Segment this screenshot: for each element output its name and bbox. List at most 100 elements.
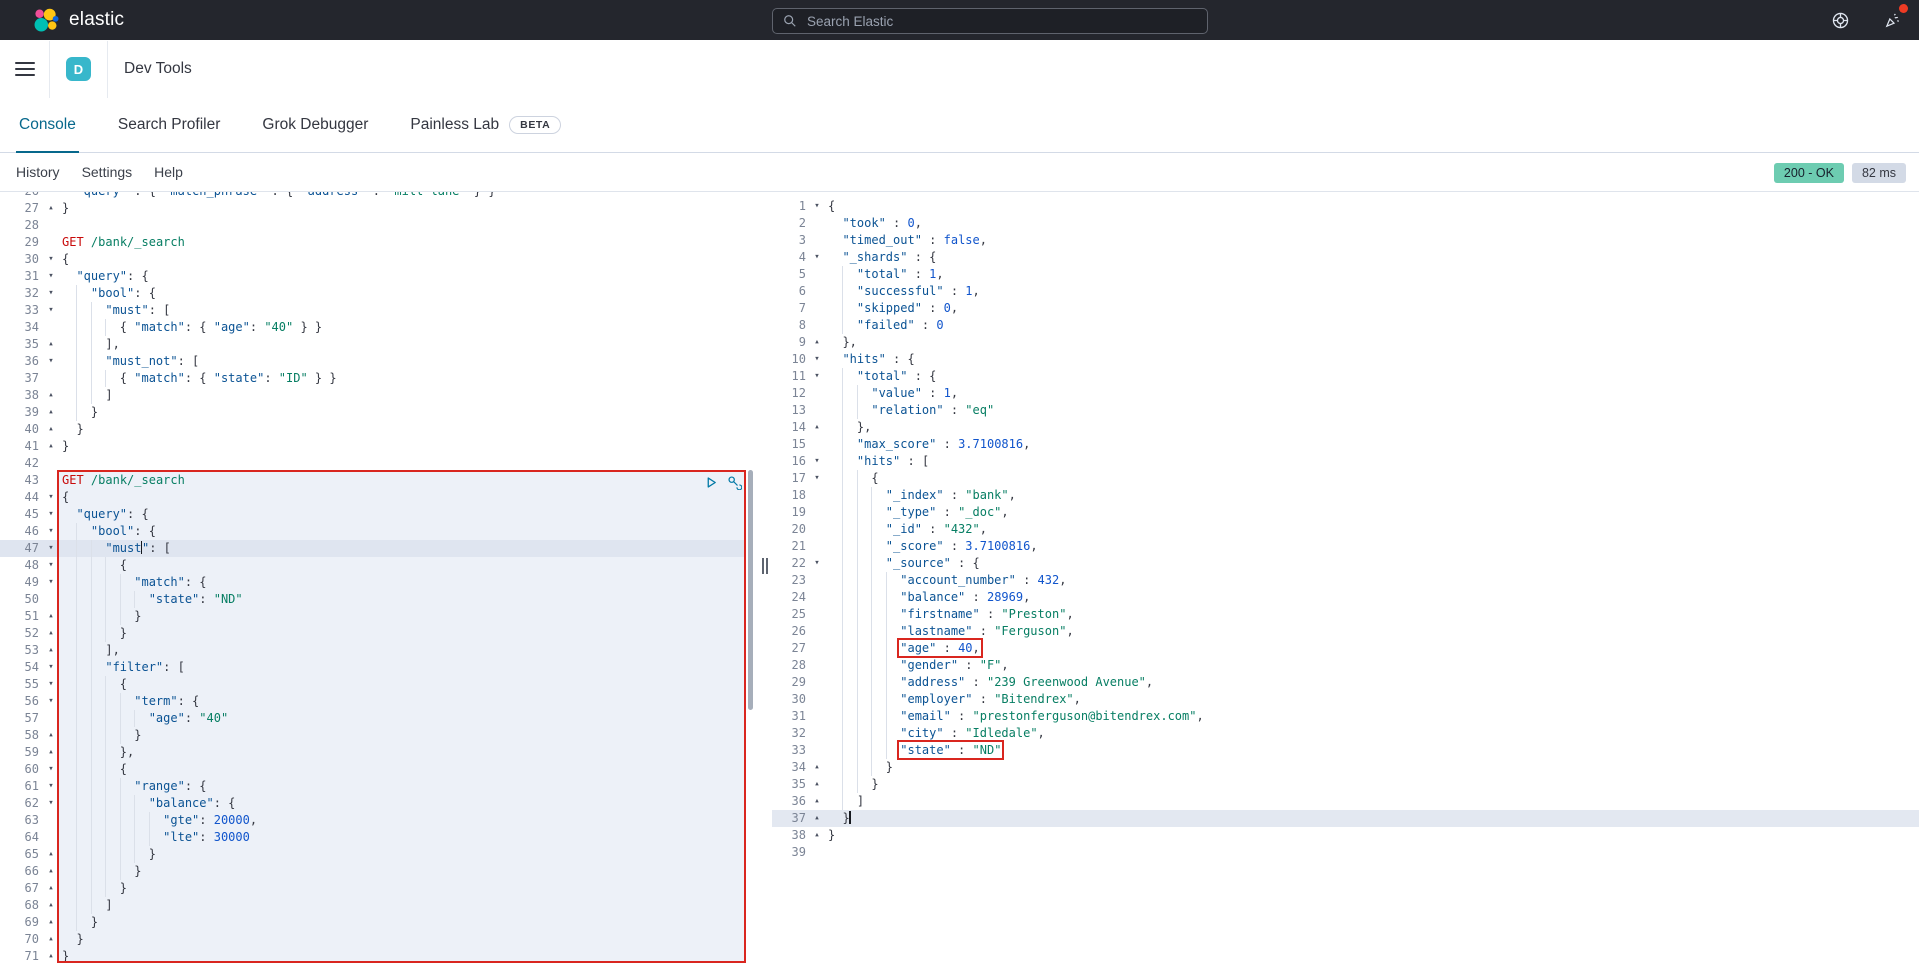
- response-line[interactable]: 38▴}: [772, 827, 1919, 844]
- response-line[interactable]: 2 "took" : 0,: [772, 215, 1919, 232]
- fold-toggle-icon[interactable]: ▾: [44, 557, 58, 574]
- play-request-icon[interactable]: [703, 474, 720, 491]
- response-line[interactable]: 17▾ {: [772, 470, 1919, 487]
- pane-resizer-handle[interactable]: [762, 558, 772, 574]
- console-editor-pane[interactable]: 26 "query" : { "match_phrase" : { "addre…: [0, 192, 763, 965]
- editor-line[interactable]: 66▴ }: [0, 863, 746, 880]
- fold-toggle-icon[interactable]: ▾: [44, 489, 58, 506]
- response-line[interactable]: 19 "_type" : "_doc",: [772, 504, 1919, 521]
- editor-line[interactable]: 36▾ "must_not": [: [0, 353, 746, 370]
- editor-line[interactable]: 69▴ }: [0, 914, 746, 931]
- response-line[interactable]: 29 "address" : "239 Greenwood Avenue",: [772, 674, 1919, 691]
- fold-toggle-icon[interactable]: ▾: [810, 470, 824, 487]
- editor-line[interactable]: 56▾ "term": {: [0, 693, 746, 710]
- response-line[interactable]: 4▾ "_shards" : {: [772, 249, 1919, 266]
- response-line[interactable]: 7 "skipped" : 0,: [772, 300, 1919, 317]
- fold-toggle-icon[interactable]: ▴: [44, 625, 58, 642]
- response-line[interactable]: 36▴ ]: [772, 793, 1919, 810]
- editor-line[interactable]: 43GET /bank/_search: [0, 472, 746, 489]
- fold-toggle-icon[interactable]: ▴: [44, 608, 58, 625]
- fold-toggle-icon[interactable]: ▴: [810, 776, 824, 793]
- wrench-icon[interactable]: [726, 474, 743, 491]
- editor-line[interactable]: 59▴ },: [0, 744, 746, 761]
- fold-toggle-icon[interactable]: ▾: [44, 523, 58, 540]
- editor-line[interactable]: 39▴ }: [0, 404, 746, 421]
- response-line[interactable]: 3 "timed_out" : false,: [772, 232, 1919, 249]
- editor-line[interactable]: 45▾ "query": {: [0, 506, 746, 523]
- fold-toggle-icon[interactable]: ▴: [44, 336, 58, 353]
- fold-toggle-icon[interactable]: ▴: [44, 200, 58, 217]
- response-line[interactable]: 27 "age" : 40,: [772, 640, 1919, 657]
- fold-toggle-icon[interactable]: ▾: [44, 659, 58, 676]
- fold-toggle-icon[interactable]: ▴: [810, 827, 824, 844]
- editor-line[interactable]: 62▾ "balance": {: [0, 795, 746, 812]
- fold-toggle-icon[interactable]: ▴: [810, 419, 824, 436]
- editor-line[interactable]: 61▾ "range": {: [0, 778, 746, 795]
- tab-grok-debugger[interactable]: Grok Debugger: [259, 98, 371, 153]
- editor-line[interactable]: 55▾ {: [0, 676, 746, 693]
- editor-line[interactable]: 64 "lte": 30000: [0, 829, 746, 846]
- response-line[interactable]: 18 "_index" : "bank",: [772, 487, 1919, 504]
- response-line[interactable]: 21 "_score" : 3.7100816,: [772, 538, 1919, 555]
- editor-line[interactable]: 35▴ ],: [0, 336, 746, 353]
- fold-toggle-icon[interactable]: ▾: [44, 761, 58, 778]
- fold-toggle-icon[interactable]: ▾: [44, 353, 58, 370]
- editor-line[interactable]: 67▴ }: [0, 880, 746, 897]
- fold-toggle-icon[interactable]: ▴: [44, 727, 58, 744]
- response-line[interactable]: 15 "max_score" : 3.7100816,: [772, 436, 1919, 453]
- editor-line[interactable]: 30▾{: [0, 251, 746, 268]
- tab-painless-lab[interactable]: Painless Lab BETA: [407, 98, 564, 153]
- editor-line[interactable]: 40▴ }: [0, 421, 746, 438]
- fold-toggle-icon[interactable]: ▴: [44, 931, 58, 948]
- response-line[interactable]: 34▴ }: [772, 759, 1919, 776]
- response-line[interactable]: 35▴ }: [772, 776, 1919, 793]
- fold-toggle-icon[interactable]: ▾: [44, 676, 58, 693]
- editor-line[interactable]: 27▴}: [0, 200, 746, 217]
- fold-toggle-icon[interactable]: ▾: [810, 198, 824, 215]
- response-line[interactable]: 12 "value" : 1,: [772, 385, 1919, 402]
- editor-line[interactable]: 54▾ "filter": [: [0, 659, 746, 676]
- editor-line[interactable]: 52▴ }: [0, 625, 746, 642]
- editor-line[interactable]: 47▾ "must": [: [0, 540, 746, 557]
- editor-line[interactable]: 26 "query" : { "match_phrase" : { "addre…: [0, 192, 746, 200]
- fold-toggle-icon[interactable]: ▾: [810, 555, 824, 572]
- response-line[interactable]: 16▾ "hits" : [: [772, 453, 1919, 470]
- menu-icon[interactable]: [15, 62, 35, 76]
- response-line[interactable]: 33 "state" : "ND": [772, 742, 1919, 759]
- menu-item-history[interactable]: History: [16, 164, 60, 180]
- response-line[interactable]: 1▾{: [772, 198, 1919, 215]
- editor-line[interactable]: 57 "age": "40": [0, 710, 746, 727]
- search-input[interactable]: [805, 13, 1169, 30]
- tab-console[interactable]: Console: [16, 98, 79, 153]
- fold-toggle-icon[interactable]: ▴: [44, 642, 58, 659]
- fold-toggle-icon[interactable]: ▾: [44, 285, 58, 302]
- response-line[interactable]: 28 "gender" : "F",: [772, 657, 1919, 674]
- editor-line[interactable]: 29GET /bank/_search: [0, 234, 746, 251]
- response-line[interactable]: 32 "city" : "Idledale",: [772, 725, 1919, 742]
- app-initial-badge[interactable]: D: [66, 57, 91, 81]
- fold-toggle-icon[interactable]: ▴: [44, 438, 58, 455]
- newsfeed-icon[interactable]: [1879, 7, 1905, 33]
- editor-line[interactable]: 71▴}: [0, 948, 746, 965]
- editor-line[interactable]: 31▾ "query": {: [0, 268, 746, 285]
- editor-line[interactable]: 65▴ }: [0, 846, 746, 863]
- editor-line[interactable]: 28: [0, 217, 746, 234]
- editor-line[interactable]: 46▾ "bool": {: [0, 523, 746, 540]
- response-line[interactable]: 22▾ "_source" : {: [772, 555, 1919, 572]
- editor-line[interactable]: 60▾ {: [0, 761, 746, 778]
- editor-line[interactable]: 51▴ }: [0, 608, 746, 625]
- fold-toggle-icon[interactable]: ▴: [44, 404, 58, 421]
- fold-toggle-icon[interactable]: ▴: [44, 948, 58, 965]
- fold-toggle-icon[interactable]: ▾: [810, 351, 824, 368]
- fold-toggle-icon[interactable]: ▾: [44, 506, 58, 523]
- response-line[interactable]: 10▾ "hits" : {: [772, 351, 1919, 368]
- menu-item-settings[interactable]: Settings: [82, 164, 133, 180]
- brand-block[interactable]: elastic: [0, 7, 124, 34]
- editor-line[interactable]: 44▾{: [0, 489, 746, 506]
- fold-toggle-icon[interactable]: ▾: [44, 795, 58, 812]
- response-line[interactable]: 8 "failed" : 0: [772, 317, 1919, 334]
- console-response-pane[interactable]: 1▾{2 "took" : 0,3 "timed_out" : false,4▾…: [772, 192, 1919, 965]
- fold-toggle-icon[interactable]: ▴: [44, 421, 58, 438]
- response-line[interactable]: 23 "account_number" : 432,: [772, 572, 1919, 589]
- fold-toggle-icon[interactable]: ▴: [810, 793, 824, 810]
